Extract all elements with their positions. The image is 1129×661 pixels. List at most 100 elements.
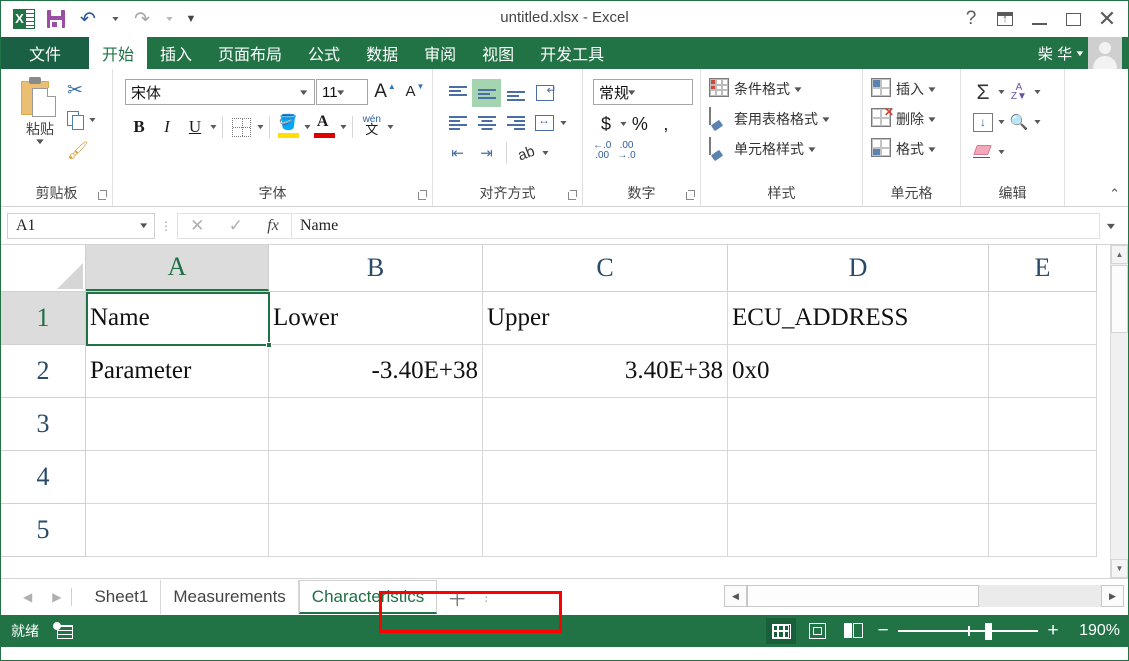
chevron-down-icon[interactable]: ▼ [338,124,348,131]
cell-a3[interactable] [86,398,269,451]
cell-d2[interactable]: 0x0 [728,345,989,398]
cell-b1[interactable]: Lower [269,292,483,345]
chevron-down-icon[interactable]: ▼ [626,88,645,97]
record-macro-icon[interactable] [53,622,75,640]
align-top-button[interactable] [443,79,472,107]
ribbon-display-options-icon[interactable] [988,4,1022,34]
clear-button[interactable] [969,138,997,166]
cell-c2[interactable]: 3.40E+38 [483,345,728,398]
delete-cells-button[interactable]: 删除 ▼ [871,105,938,130]
cell-c1[interactable]: Upper [483,292,728,345]
percent-format-button[interactable]: % [627,111,653,137]
vertical-scroll-thumb[interactable] [1111,265,1128,333]
cell-a5[interactable] [86,504,269,557]
chevron-down-icon[interactable]: ▼ [1032,119,1042,126]
chevron-down-icon[interactable]: ▼ [334,88,353,97]
normal-view-button[interactable] [766,618,796,644]
italic-button[interactable]: I [153,113,181,141]
user-account[interactable]: 柴 华 ▼ [1038,37,1122,69]
fx-icon[interactable]: fx [267,217,279,235]
tab-page-layout[interactable]: 页面布局 [205,37,295,69]
undo-icon[interactable]: ↶ [73,5,103,33]
cell-e1[interactable] [989,292,1097,345]
cell-d3[interactable] [728,398,989,451]
chevron-down-icon[interactable]: ▼ [385,124,395,131]
column-header-b[interactable]: B [269,245,483,291]
redo-dropdown-icon[interactable]: ▼ [159,5,179,33]
minimize-icon[interactable] [1022,4,1056,34]
align-middle-button[interactable] [472,79,501,107]
zoom-level-label[interactable]: 190% [1068,622,1120,640]
name-box[interactable]: A1 ▼ [7,212,155,239]
cell-b5[interactable] [269,504,483,557]
cell-b2[interactable]: -3.40E+38 [269,345,483,398]
format-cells-button[interactable]: 格式 ▼ [871,138,938,160]
increase-font-size-button[interactable]: A ▲ [372,78,398,105]
collapse-ribbon-icon[interactable]: ⌃ [1109,186,1120,202]
increase-indent-button[interactable]: ⇥ [472,139,501,167]
decrease-font-size-button[interactable]: A ▼ [402,78,428,105]
chevron-down-icon[interactable]: ▼ [1032,89,1042,96]
help-icon[interactable]: ? [954,4,988,34]
maximize-icon[interactable] [1056,4,1090,34]
format-painter-button[interactable]: 🖌 [67,135,111,165]
cancel-icon[interactable]: ✕ [190,216,204,236]
chevron-down-icon[interactable]: ▼ [618,121,628,128]
cell-d1[interactable]: ECU_ADDRESS [728,292,989,345]
scroll-right-icon[interactable]: ▶ [1101,585,1124,607]
tab-formulas[interactable]: 公式 [295,37,353,69]
merge-cells-button[interactable] [530,109,559,137]
tab-home[interactable]: 开始 [89,37,148,69]
fill-color-button[interactable]: 🪣 [275,113,303,141]
comma-format-button[interactable]: , [653,111,679,137]
scroll-up-icon[interactable]: ▲ [1111,245,1128,264]
chevron-down-icon[interactable]: ▼ [926,145,938,154]
previous-sheet-icon[interactable]: ◀ [23,590,32,604]
expand-formula-bar-icon[interactable]: ▼ [1095,221,1128,231]
cell-c4[interactable] [483,451,728,504]
tab-data[interactable]: 数据 [353,37,411,69]
row-header-3[interactable]: 3 [1,398,86,451]
save-icon[interactable] [41,5,71,33]
decrease-indent-button[interactable]: ⇤ [443,139,472,167]
sheet-tab-grip[interactable]: ⋮ [477,591,495,603]
customize-quick-access-toolbar-icon[interactable]: ▼ [181,5,201,33]
horizontal-scrollbar[interactable]: ◀ ▶ [724,584,1124,608]
zoom-out-button[interactable]: − [874,620,892,642]
autosum-button[interactable]: Σ [969,78,997,106]
fill-handle[interactable] [266,342,272,348]
undo-dropdown-icon[interactable]: ▼ [105,5,125,33]
align-center-button[interactable] [472,109,501,137]
cell-styles-button[interactable]: 单元格样式 ▼ [709,137,818,160]
horizontal-scroll-track[interactable] [747,585,1101,607]
add-sheet-icon[interactable]: ＋ [437,583,477,612]
phonetic-guide-button[interactable]: wén 文 [358,113,386,141]
chevron-down-icon[interactable]: ▼ [926,85,938,94]
page-layout-view-button[interactable] [802,618,832,644]
redo-icon[interactable]: ↷ [127,5,157,33]
cell-b3[interactable] [269,398,483,451]
row-header-2[interactable]: 2 [1,345,86,398]
zoom-slider-thumb[interactable] [984,623,992,640]
chevron-down-icon[interactable]: ▼ [558,120,568,127]
chevron-down-icon[interactable]: ▼ [1074,49,1085,58]
column-header-c[interactable]: C [483,245,728,291]
cell-e5[interactable] [989,504,1097,557]
conditional-formatting-button[interactable]: 条件格式 ▼ [709,78,804,100]
chevron-down-icon[interactable]: ▼ [87,117,97,124]
zoom-in-button[interactable]: + [1044,620,1062,642]
cell-a2[interactable]: Parameter [86,345,269,398]
tab-developer[interactable]: 开发工具 [527,37,617,69]
chevron-down-icon[interactable]: ▼ [820,115,832,124]
chevron-down-icon[interactable]: ▼ [208,124,218,131]
page-break-preview-button[interactable] [838,618,868,644]
vertical-scrollbar[interactable]: ▲ ▼ [1110,245,1128,578]
sheet-tab-sheet1[interactable]: Sheet1 [82,580,162,614]
currency-format-button[interactable]: $ [593,111,619,137]
cell-a4[interactable] [86,451,269,504]
chevron-down-icon[interactable]: ▼ [996,119,1006,126]
zoom-slider[interactable] [898,623,1038,640]
close-icon[interactable]: ✕ [1090,4,1124,34]
tab-insert[interactable]: 插入 [147,37,205,69]
decrease-decimal-button[interactable]: .00 →.0 [617,141,635,161]
